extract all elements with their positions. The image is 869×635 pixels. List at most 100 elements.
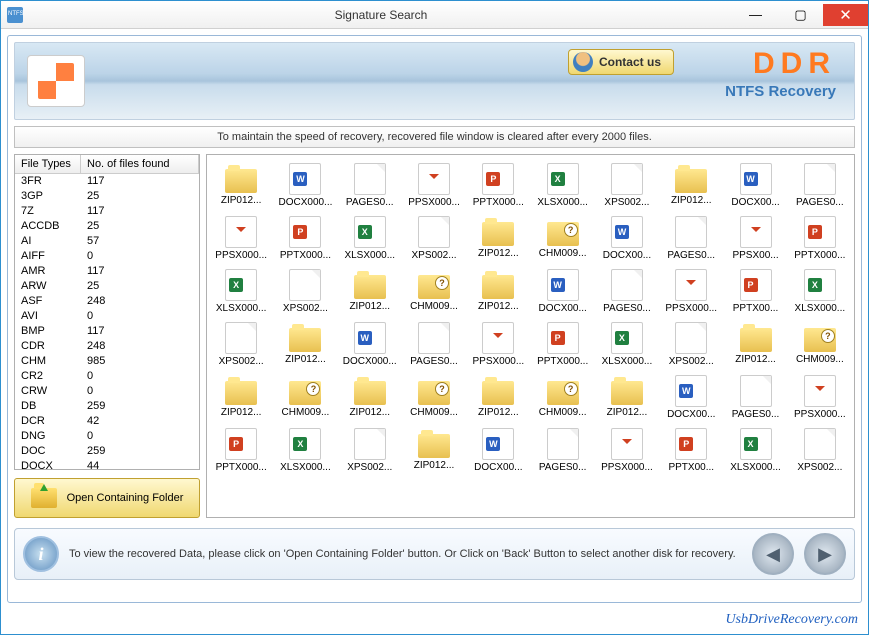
table-row[interactable]: AVI0: [15, 309, 199, 324]
maximize-button[interactable]: ▢: [778, 4, 823, 26]
table-row[interactable]: CHM985: [15, 354, 199, 369]
file-label: XPS002...: [219, 356, 264, 367]
file-item[interactable]: PAGES0...: [659, 212, 723, 265]
table-row[interactable]: CRW0: [15, 384, 199, 399]
file-item[interactable]: XPS002...: [402, 212, 466, 265]
file-label: PPSX00...: [732, 250, 778, 261]
file-item[interactable]: PAGES0...: [531, 424, 595, 477]
file-item[interactable]: XPS002...: [338, 424, 402, 477]
file-item[interactable]: XLSX000...: [209, 265, 273, 318]
file-browser[interactable]: ZIP012...DOCX000...PAGES0...PPSX000...PP…: [206, 154, 855, 518]
table-row[interactable]: ARW25: [15, 279, 199, 294]
file-item[interactable]: CHM009...: [788, 318, 852, 371]
file-item[interactable]: PPTX000...: [531, 318, 595, 371]
file-item[interactable]: XPS002...: [659, 318, 723, 371]
table-row[interactable]: DB259: [15, 399, 199, 414]
file-label: ZIP012...: [607, 407, 648, 418]
file-item[interactable]: PAGES0...: [723, 371, 787, 424]
file-item[interactable]: DOCX000...: [338, 318, 402, 371]
file-item[interactable]: PPSX000...: [659, 265, 723, 318]
file-item[interactable]: DOCX00...: [466, 424, 530, 477]
minimize-button[interactable]: ―: [733, 4, 778, 26]
file-item[interactable]: XPS002...: [273, 265, 337, 318]
file-item[interactable]: PAGES0...: [338, 159, 402, 212]
file-item[interactable]: ZIP012...: [595, 371, 659, 424]
info-icon: i: [23, 536, 59, 572]
file-item[interactable]: DOCX00...: [595, 212, 659, 265]
file-item[interactable]: PPTX000...: [788, 212, 852, 265]
file-item[interactable]: ZIP012...: [466, 212, 530, 265]
file-item[interactable]: XPS002...: [595, 159, 659, 212]
col-file-types[interactable]: File Types: [15, 155, 81, 173]
file-item[interactable]: XLSX000...: [595, 318, 659, 371]
blank-file-icon: [354, 163, 386, 195]
close-button[interactable]: ✕: [823, 4, 868, 26]
table-row[interactable]: CR20: [15, 369, 199, 384]
file-item[interactable]: PAGES0...: [595, 265, 659, 318]
file-item[interactable]: ZIP012...: [209, 371, 273, 424]
file-item[interactable]: CHM009...: [402, 371, 466, 424]
file-item[interactable]: PPTX000...: [209, 424, 273, 477]
folder-file-icon: [482, 275, 514, 299]
table-row[interactable]: AI57: [15, 234, 199, 249]
file-item[interactable]: DOCX00...: [723, 159, 787, 212]
next-button[interactable]: ▶: [804, 533, 846, 575]
file-item[interactable]: ZIP012...: [338, 371, 402, 424]
file-item[interactable]: DOCX000...: [273, 159, 337, 212]
open-folder-label: Open Containing Folder: [67, 492, 184, 504]
table-row[interactable]: 3GP25: [15, 189, 199, 204]
back-button[interactable]: ◀: [752, 533, 794, 575]
file-item[interactable]: PPSX000...: [209, 212, 273, 265]
file-item[interactable]: PPSX000...: [595, 424, 659, 477]
file-item[interactable]: XLSX000...: [788, 265, 852, 318]
file-item[interactable]: PPTX000...: [466, 159, 530, 212]
file-item[interactable]: PPSX00...: [723, 212, 787, 265]
file-item[interactable]: PPSX000...: [402, 159, 466, 212]
file-item[interactable]: XLSX000...: [273, 424, 337, 477]
file-item[interactable]: PPSX000...: [788, 371, 852, 424]
file-item[interactable]: ZIP012...: [466, 371, 530, 424]
file-item[interactable]: CHM009...: [531, 212, 595, 265]
file-item[interactable]: XLSX000...: [338, 212, 402, 265]
contact-us-button[interactable]: Contact us: [568, 49, 674, 75]
file-item[interactable]: DOCX00...: [659, 371, 723, 424]
file-item[interactable]: PPTX000...: [273, 212, 337, 265]
file-item[interactable]: CHM009...: [531, 371, 595, 424]
file-item[interactable]: PAGES0...: [788, 159, 852, 212]
table-row[interactable]: AMR117: [15, 264, 199, 279]
col-files-found[interactable]: No. of files found: [81, 155, 199, 173]
file-item[interactable]: XLSX000...: [531, 159, 595, 212]
file-item[interactable]: ZIP012...: [338, 265, 402, 318]
file-item[interactable]: PAGES0...: [402, 318, 466, 371]
table-row[interactable]: DOC259: [15, 444, 199, 459]
file-item[interactable]: ZIP012...: [723, 318, 787, 371]
file-item[interactable]: PPTX00...: [723, 265, 787, 318]
open-containing-folder-button[interactable]: Open Containing Folder: [14, 478, 200, 518]
file-item[interactable]: ZIP012...: [659, 159, 723, 212]
file-item[interactable]: CHM009...: [273, 371, 337, 424]
file-item[interactable]: CHM009...: [402, 265, 466, 318]
table-row[interactable]: BMP117: [15, 324, 199, 339]
file-item[interactable]: XPS002...: [209, 318, 273, 371]
file-item[interactable]: XLSX000...: [723, 424, 787, 477]
table-row[interactable]: 3FR117: [15, 174, 199, 189]
file-item[interactable]: ZIP012...: [466, 265, 530, 318]
table-row[interactable]: ASF248: [15, 294, 199, 309]
table-row[interactable]: AIFF0: [15, 249, 199, 264]
table-row[interactable]: 7Z117: [15, 204, 199, 219]
table-row[interactable]: DOCX44: [15, 459, 199, 470]
file-item[interactable]: PPSX000...: [466, 318, 530, 371]
table-row[interactable]: DCR42: [15, 414, 199, 429]
table-row[interactable]: CDR248: [15, 339, 199, 354]
table-row[interactable]: ACCDB25: [15, 219, 199, 234]
file-count-cell: 117: [81, 204, 199, 219]
file-types-table[interactable]: File Types No. of files found 3FR1173GP2…: [14, 154, 200, 470]
file-item[interactable]: DOCX00...: [531, 265, 595, 318]
blank-file-icon: [289, 269, 321, 301]
file-item[interactable]: ZIP012...: [273, 318, 337, 371]
file-item[interactable]: XPS002...: [788, 424, 852, 477]
file-item[interactable]: ZIP012...: [402, 424, 466, 477]
file-item[interactable]: ZIP012...: [209, 159, 273, 212]
file-item[interactable]: PPTX00...: [659, 424, 723, 477]
table-row[interactable]: DNG0: [15, 429, 199, 444]
